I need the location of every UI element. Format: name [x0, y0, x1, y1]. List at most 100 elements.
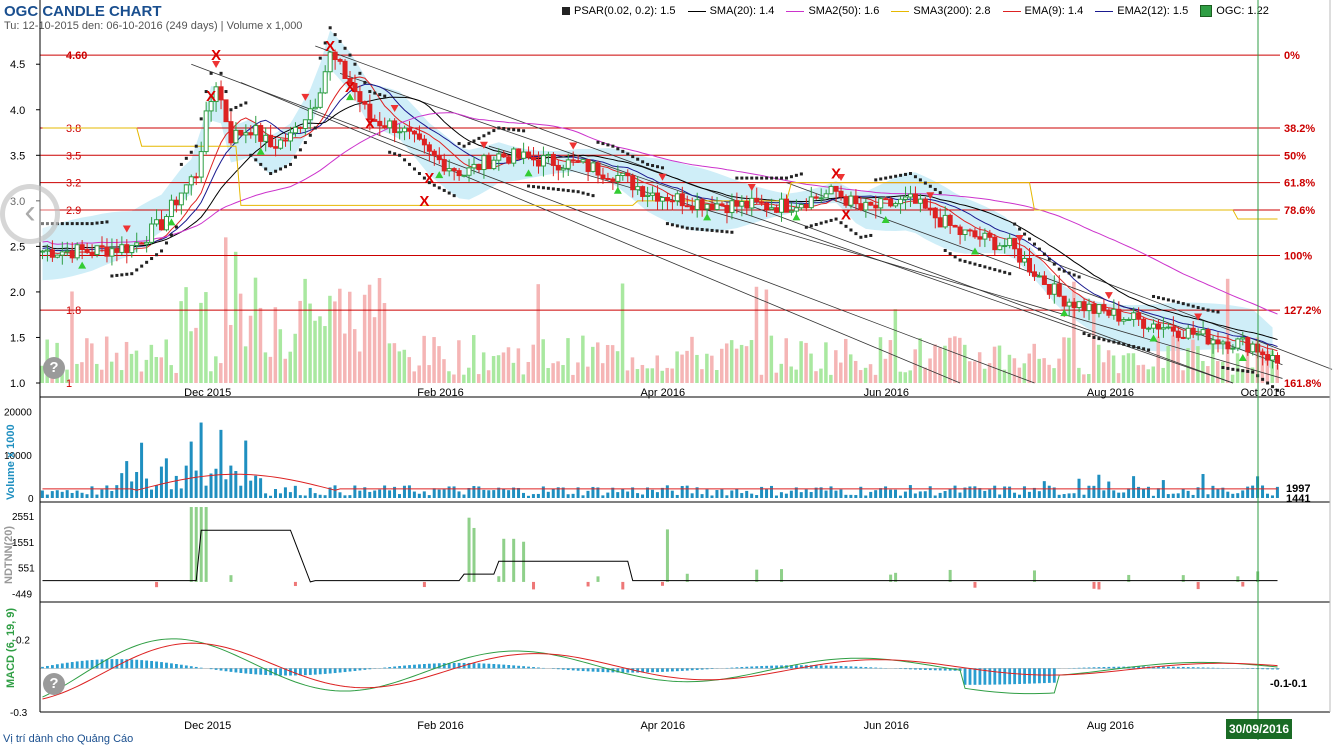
price-panel-volume-bar — [893, 309, 898, 383]
candle-body — [888, 198, 894, 207]
candle-body — [823, 193, 829, 199]
psar-dot — [209, 71, 213, 75]
psar-dot — [1191, 304, 1195, 308]
candle-body — [912, 193, 918, 204]
volume-bar — [402, 485, 406, 498]
volume-bar — [293, 485, 297, 498]
price-panel-volume-bar — [1121, 355, 1126, 383]
macd-histogram-bar — [933, 668, 937, 671]
candle-body — [327, 51, 333, 73]
candle-body — [322, 71, 328, 94]
psar-dot — [571, 189, 575, 193]
candle-body — [297, 126, 303, 129]
psar-dot — [586, 192, 590, 196]
psar-dot — [1246, 369, 1250, 373]
psar-dot — [1221, 366, 1225, 370]
macd-histogram-bar — [1038, 668, 1041, 684]
candle-body — [496, 153, 502, 161]
price-panel-volume-bar — [660, 370, 664, 383]
candle-body — [446, 168, 452, 172]
price-panel-volume-bar — [953, 336, 957, 383]
price-panel-volume-bar — [729, 340, 734, 383]
psar-dot — [1003, 270, 1007, 274]
psar-dot — [913, 175, 917, 179]
candle-body — [1007, 237, 1013, 247]
psar-dot — [408, 162, 412, 166]
price-panel-volume-bar — [1116, 373, 1121, 383]
candle-body — [699, 199, 705, 210]
macd-x-tick: Dec 2015 — [184, 720, 231, 732]
price-y-tick: 1.0 — [10, 378, 25, 390]
ad-placeholder-link[interactable]: Vị trí dành cho Quảng Cáo — [3, 733, 133, 745]
psar-dot — [869, 233, 873, 237]
candle-body — [694, 199, 700, 210]
psar-dot — [497, 126, 501, 130]
volume-bar — [159, 466, 163, 498]
price-panel-volume-bar — [809, 353, 813, 383]
chevron-left-icon[interactable]: ‹ — [0, 184, 60, 244]
volume-bar — [789, 490, 793, 498]
macd-histogram-bar — [165, 662, 168, 669]
macd-histogram-bar — [1047, 668, 1051, 683]
volume-bar — [606, 492, 610, 498]
price-y-tick: 4.5 — [10, 59, 25, 71]
price-mark-label: 3.5 — [66, 150, 81, 162]
volume-bar — [120, 473, 124, 498]
macd-histogram-bar — [919, 668, 922, 670]
price-panel-volume-bar — [238, 293, 243, 383]
candle-body — [907, 193, 913, 198]
help-icon[interactable]: ? — [43, 673, 65, 695]
price-panel-volume-bar — [531, 344, 536, 383]
macd-last-label: -0.1 — [1270, 678, 1289, 690]
price-panel-volume-bar — [982, 368, 987, 383]
volume-bar — [641, 494, 645, 498]
macd-histogram-bar — [537, 667, 540, 669]
volume-bar — [700, 494, 704, 498]
volume-bar — [383, 485, 387, 498]
indicator-bar — [189, 507, 193, 582]
cursor-date-badge: 30/09/2016 — [1226, 719, 1292, 739]
macd-histogram-bar — [586, 668, 590, 672]
candle-body — [1225, 341, 1231, 350]
price-panel-volume-bar — [1101, 362, 1106, 383]
candle-body — [292, 126, 298, 134]
psar-dot — [447, 191, 451, 195]
volume-bar — [735, 488, 739, 498]
volume-bar — [179, 488, 183, 498]
candle-body — [540, 155, 546, 167]
macd-histogram-bar — [1102, 667, 1106, 669]
macd-histogram-bar — [249, 668, 253, 674]
volume-bar — [665, 485, 669, 498]
macd-histogram-bar — [145, 660, 149, 669]
fib-label: 38.2% — [1284, 123, 1315, 135]
psar-dot — [532, 185, 536, 189]
candle-body — [258, 125, 264, 142]
volume-bar — [110, 490, 114, 498]
volume-bar — [953, 485, 957, 498]
macd-histogram-bar — [393, 666, 397, 669]
macd-histogram-bar — [189, 666, 193, 669]
indicator-bar — [422, 581, 426, 588]
price-panel-volume-bar — [452, 374, 456, 383]
volume-bar — [636, 493, 640, 498]
volume-bar — [1013, 492, 1017, 498]
volume-bar — [219, 429, 223, 498]
psar-dot — [1171, 299, 1175, 303]
psar-dot — [730, 230, 734, 234]
psar-dot — [308, 133, 312, 137]
price-panel-volume-bar — [273, 307, 278, 383]
indicator-bar — [155, 581, 159, 588]
psar-dot — [145, 260, 149, 264]
candle-body — [411, 130, 417, 135]
candle-body — [759, 201, 765, 204]
candle-body — [253, 125, 259, 136]
volume-bar — [55, 490, 59, 498]
volume-bar — [948, 488, 952, 498]
volume-bar — [427, 495, 431, 498]
indicator-bar — [1092, 581, 1096, 589]
volume-bar — [1171, 493, 1175, 498]
help-icon[interactable]: ? — [43, 357, 65, 379]
psar-dot — [948, 252, 952, 256]
price-panel-volume-bar — [209, 371, 213, 383]
macd-histogram-bar — [170, 663, 173, 669]
